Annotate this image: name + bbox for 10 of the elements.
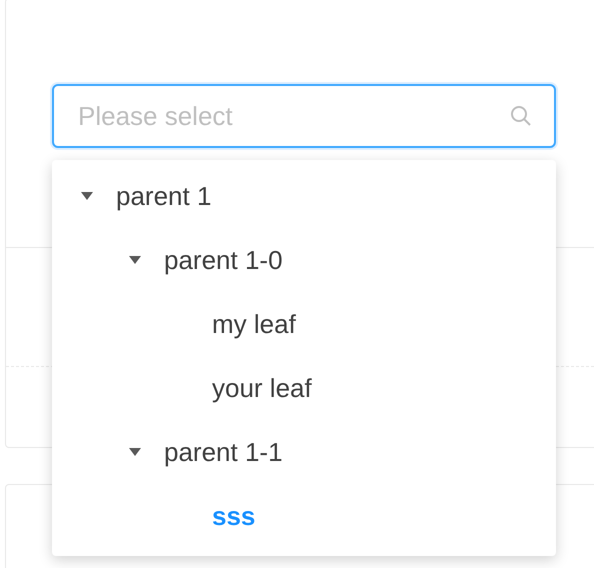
- caret-icon[interactable]: [80, 191, 94, 201]
- tree-node[interactable]: parent 1: [116, 176, 212, 216]
- tree-node[interactable]: parent 1-0: [164, 240, 283, 280]
- caret-icon[interactable]: [128, 255, 142, 265]
- tree-node[interactable]: parent 1-1: [164, 432, 283, 472]
- search-icon: [510, 105, 532, 127]
- tree-node[interactable]: your leaf: [212, 368, 312, 408]
- tree-node[interactable]: my leaf: [212, 304, 296, 344]
- caret-icon[interactable]: [128, 447, 142, 457]
- select-field[interactable]: Please select: [52, 84, 556, 148]
